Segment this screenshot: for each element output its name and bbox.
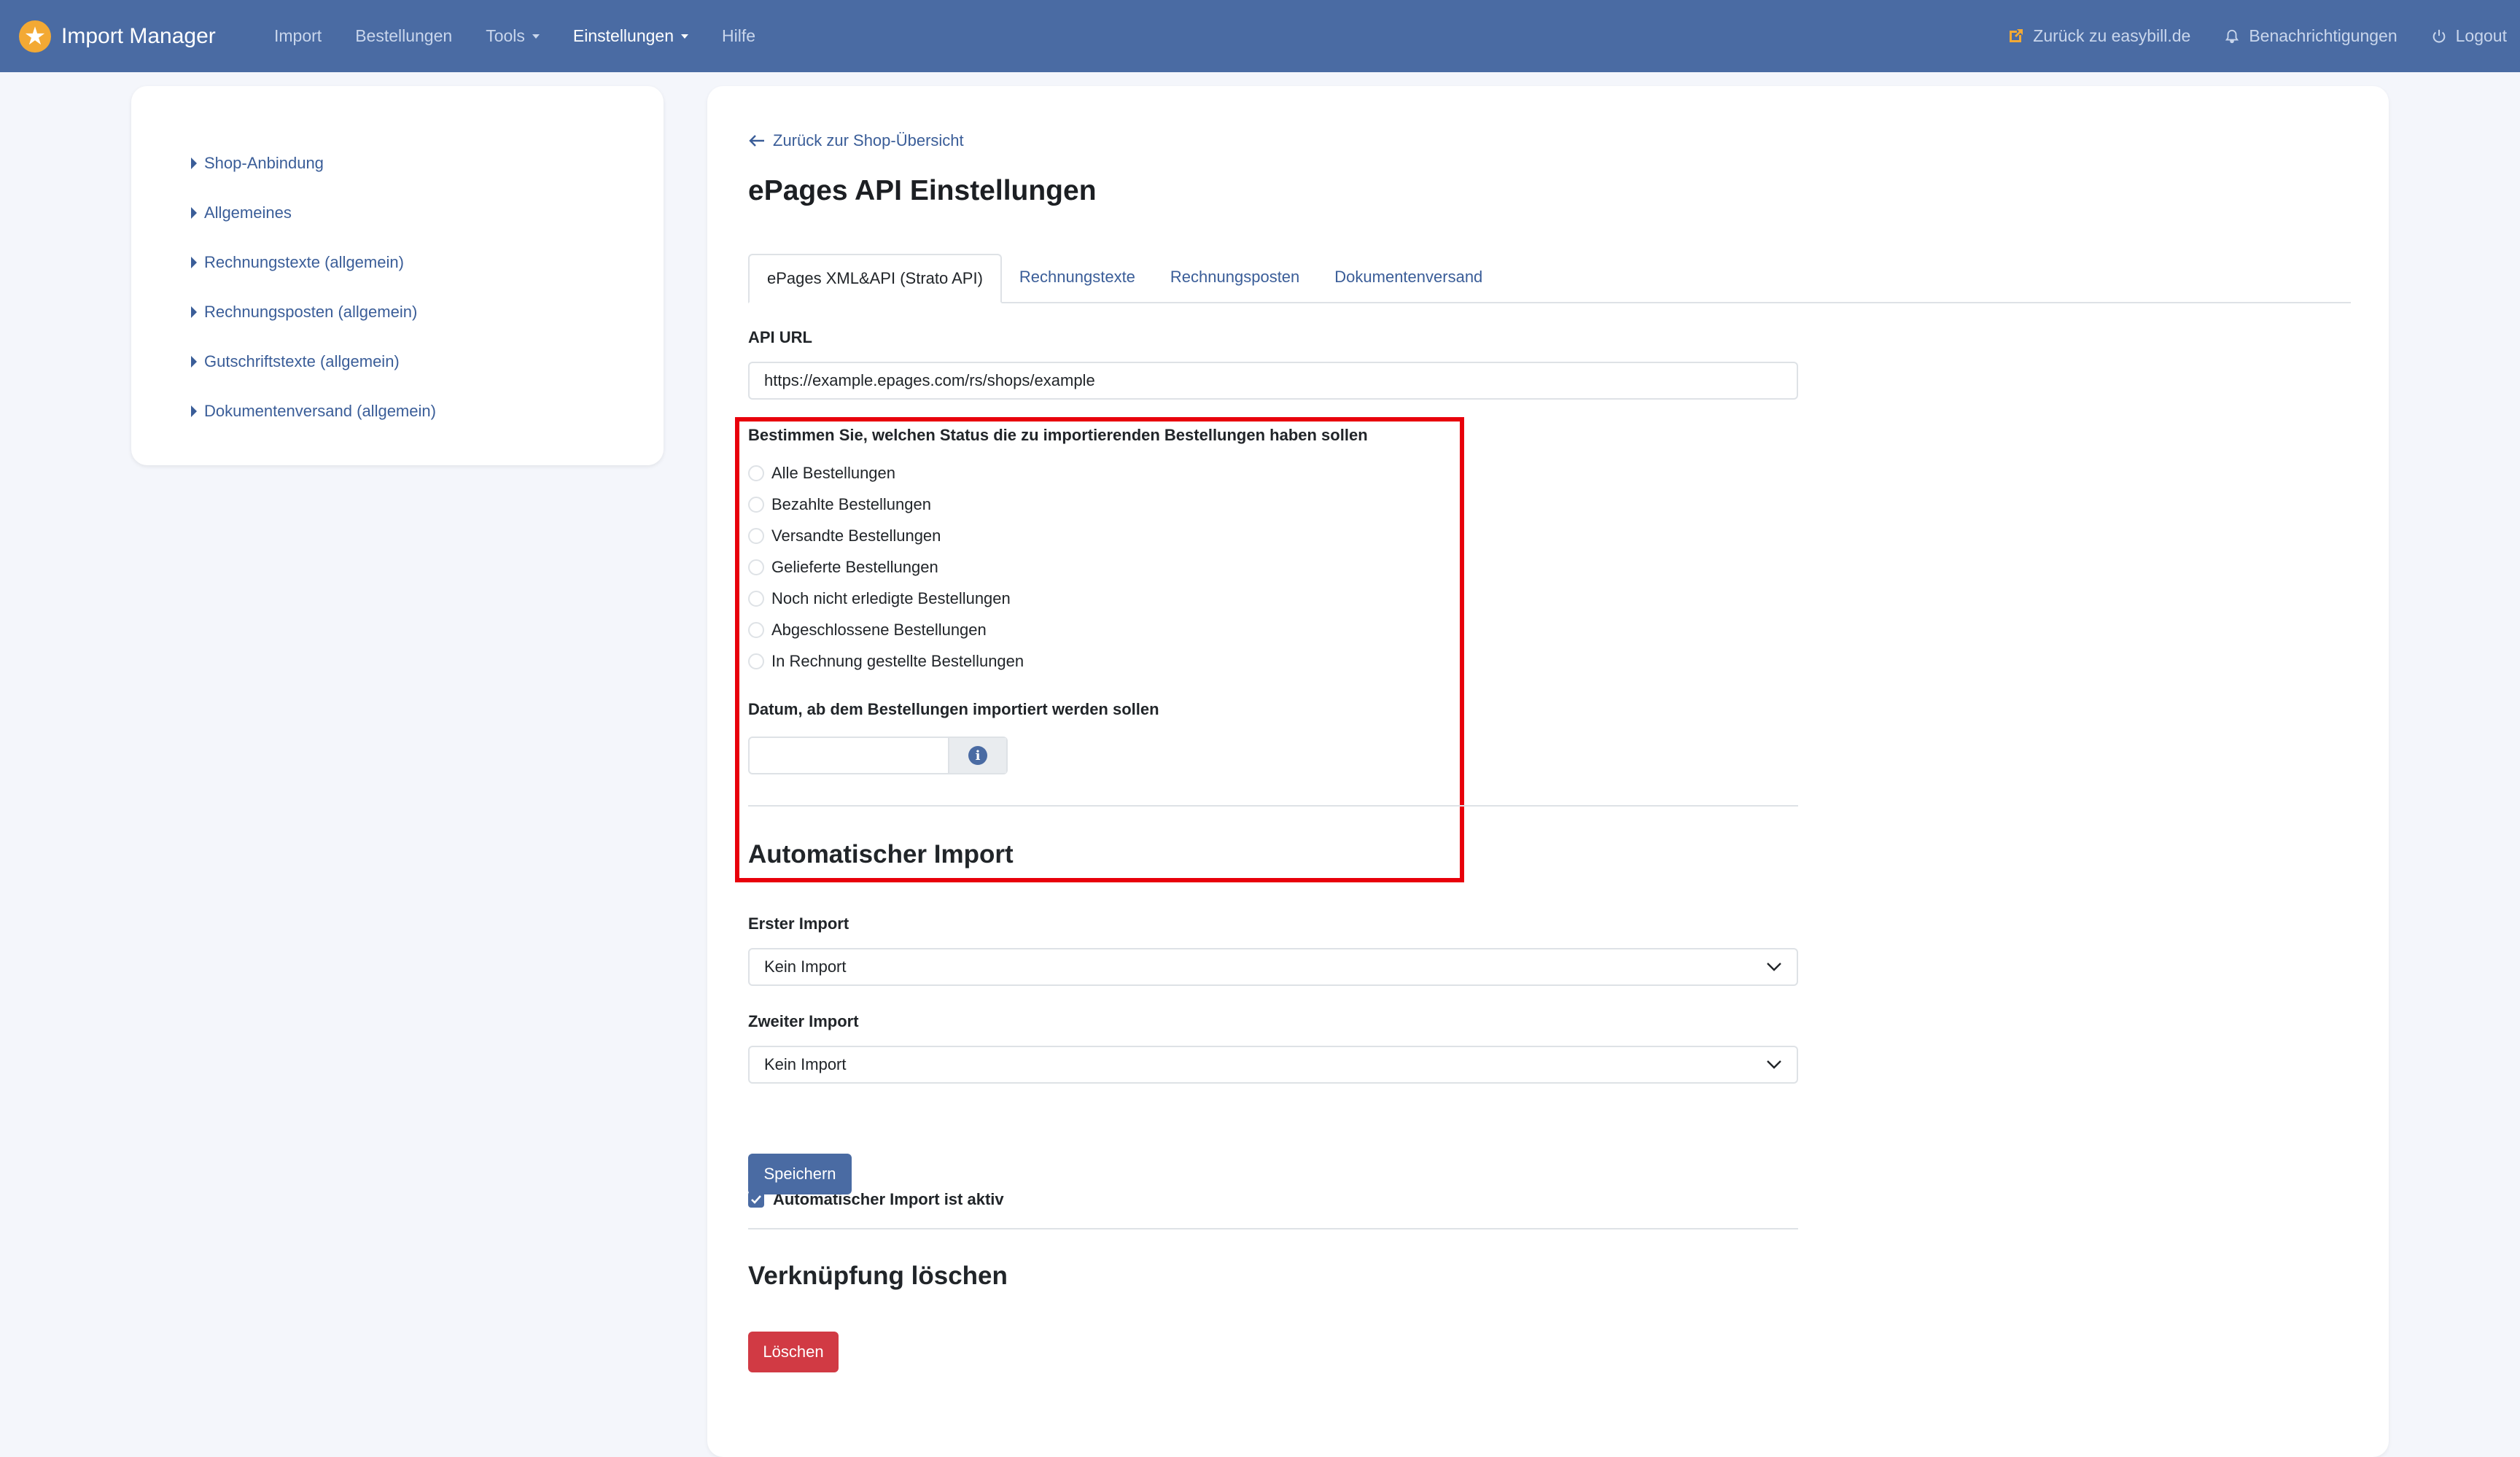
- radio-label: Noch nicht erledigte Bestellungen: [771, 589, 1011, 607]
- date-info-addon[interactable]: i: [948, 738, 1006, 773]
- sidebar-item-label: Dokumentenversand (allgemein): [204, 402, 436, 420]
- sidebar-item-label: Shop-Anbindung: [204, 154, 324, 172]
- save-button[interactable]: Speichern: [748, 1154, 852, 1194]
- first-import-value: Kein Import: [764, 957, 847, 976]
- back-to-easybill-label: Zurück zu easybill.de: [2033, 26, 2191, 45]
- back-to-easybill-link[interactable]: Zurück zu easybill.de: [2007, 26, 2190, 46]
- radio-label: Versandte Bestellungen: [771, 527, 941, 545]
- sidebar-item-label: Gutschriftstexte (allgemein): [204, 352, 400, 370]
- nav-right: Zurück zu easybill.de Benachrichtigungen…: [2007, 0, 2507, 72]
- delete-link-heading: Verknüpfung löschen: [748, 1262, 1008, 1290]
- logout-label: Logout: [2455, 26, 2507, 45]
- radio-gelieferte-bestellungen[interactable]: Gelieferte Bestellungen: [748, 558, 938, 577]
- arrow-left-icon: [749, 135, 764, 147]
- settings-tabs: ePages XML&API (Strato API) Rechnungstex…: [748, 252, 2351, 303]
- caret-right-icon: [191, 158, 197, 169]
- date-label: Datum, ab dem Bestellungen importiert we…: [748, 700, 1159, 718]
- nav-tools[interactable]: Tools: [486, 26, 540, 46]
- date-input-group: i: [748, 737, 1008, 774]
- sidebar-item-dokumentenversand[interactable]: Dokumentenversand (allgemein): [191, 386, 664, 436]
- auto-import-heading: Automatischer Import: [748, 840, 1014, 869]
- tab-dokumentenversand[interactable]: Dokumentenversand: [1317, 252, 1500, 302]
- radio-circle[interactable]: [748, 465, 764, 481]
- radio-label: Bezahlte Bestellungen: [771, 495, 931, 513]
- top-navbar: ★ Import Manager Import Bestellungen Too…: [0, 0, 2520, 72]
- radio-label: Abgeschlossene Bestellungen: [771, 621, 987, 639]
- caret-right-icon: [191, 405, 197, 417]
- api-url-label: API URL: [748, 328, 812, 346]
- nav-einstellungen-label: Einstellungen: [572, 26, 674, 45]
- radio-label: Alle Bestellungen: [771, 464, 896, 482]
- date-input[interactable]: [750, 738, 948, 773]
- info-icon: i: [968, 746, 987, 765]
- radio-abgeschlossene[interactable]: Abgeschlossene Bestellungen: [748, 621, 987, 640]
- sidebar-item-gutschriftstexte[interactable]: Gutschriftstexte (allgemein): [191, 337, 664, 386]
- status-label: Bestimmen Sie, welchen Status die zu imp…: [748, 426, 1368, 444]
- back-to-shop-overview-link[interactable]: Zurück zur Shop-Übersicht: [748, 131, 964, 150]
- chevron-down-icon: [1767, 1060, 1781, 1069]
- radio-circle[interactable]: [748, 591, 764, 607]
- sidebar-item-label: Allgemeines: [204, 203, 292, 222]
- check-icon: [751, 1195, 761, 1204]
- radio-alle-bestellungen[interactable]: Alle Bestellungen: [748, 464, 895, 483]
- main-nav: Import Bestellungen Tools Einstellungen …: [274, 0, 755, 72]
- second-import-select[interactable]: Kein Import: [748, 1046, 1798, 1084]
- radio-versandte-bestellungen[interactable]: Versandte Bestellungen: [748, 527, 941, 545]
- back-link-label: Zurück zur Shop-Übersicht: [773, 131, 964, 149]
- radio-noch-nicht-erledigt[interactable]: Noch nicht erledigte Bestellungen: [748, 589, 1011, 608]
- caret-right-icon: [191, 257, 197, 268]
- radio-circle[interactable]: [748, 559, 764, 575]
- tab-rechnungsposten[interactable]: Rechnungsposten: [1153, 252, 1317, 302]
- second-import-value: Kein Import: [764, 1055, 847, 1073]
- external-link-icon: [2010, 28, 2023, 42]
- caret-right-icon: [191, 306, 197, 318]
- star-logo-icon: ★: [19, 20, 51, 53]
- sidebar-item-allgemeines[interactable]: Allgemeines: [191, 188, 664, 238]
- settings-sidebar: Shop-Anbindung Allgemeines Rechnungstext…: [131, 86, 664, 465]
- second-import-label: Zweiter Import: [748, 1012, 859, 1030]
- logout-link[interactable]: Logout: [2431, 26, 2507, 46]
- power-icon: [2432, 29, 2445, 42]
- radio-circle[interactable]: [748, 497, 764, 513]
- radio-bezahlte-bestellungen[interactable]: Bezahlte Bestellungen: [748, 495, 931, 514]
- chevron-down-icon: [1767, 963, 1781, 971]
- first-import-label: Erster Import: [748, 914, 849, 933]
- radio-label: Gelieferte Bestellungen: [771, 558, 938, 576]
- tab-rechnungstexte[interactable]: Rechnungstexte: [1002, 252, 1153, 302]
- tab-epages-xml-api[interactable]: ePages XML&API (Strato API): [748, 254, 1002, 303]
- nav-bestellungen[interactable]: Bestellungen: [355, 26, 452, 46]
- nav-tools-label: Tools: [486, 26, 525, 45]
- divider: [748, 1228, 1798, 1229]
- sidebar-item-label: Rechnungstexte (allgemein): [204, 253, 404, 271]
- notifications-label: Benachrichtigungen: [2249, 26, 2398, 45]
- radio-in-rechnung-gestellt[interactable]: In Rechnung gestellte Bestellungen: [748, 652, 1024, 671]
- sidebar-item-rechnungsposten[interactable]: Rechnungsposten (allgemein): [191, 287, 664, 337]
- nav-einstellungen[interactable]: Einstellungen: [573, 26, 688, 46]
- caret-down-icon: [532, 34, 540, 39]
- caret-down-icon: [681, 34, 688, 39]
- radio-circle[interactable]: [748, 622, 764, 638]
- delete-button[interactable]: Löschen: [748, 1332, 839, 1372]
- caret-right-icon: [191, 207, 197, 219]
- bell-icon: [2225, 29, 2239, 43]
- caret-right-icon: [191, 356, 197, 368]
- radio-label: In Rechnung gestellte Bestellungen: [771, 652, 1024, 670]
- radio-circle[interactable]: [748, 528, 764, 544]
- nav-import[interactable]: Import: [274, 26, 322, 46]
- brand-name: Import Manager: [61, 24, 216, 48]
- sidebar-item-shop-anbindung[interactable]: Shop-Anbindung: [191, 139, 664, 188]
- api-url-input[interactable]: https://example.epages.com/rs/shops/exam…: [748, 362, 1798, 400]
- highlight-box: [735, 417, 1464, 882]
- notifications-link[interactable]: Benachrichtigungen: [2224, 26, 2398, 46]
- settings-main-card: Zurück zur Shop-Übersicht ePages API Ein…: [707, 86, 2389, 1457]
- radio-circle[interactable]: [748, 653, 764, 669]
- nav-hilfe[interactable]: Hilfe: [722, 26, 755, 46]
- brand[interactable]: ★ Import Manager: [19, 19, 216, 54]
- sidebar-item-label: Rechnungsposten (allgemein): [204, 303, 418, 321]
- sidebar-item-rechnungstexte[interactable]: Rechnungstexte (allgemein): [191, 238, 664, 287]
- divider: [748, 805, 1798, 807]
- page-title: ePages API Einstellungen: [748, 175, 1097, 206]
- first-import-select[interactable]: Kein Import: [748, 948, 1798, 986]
